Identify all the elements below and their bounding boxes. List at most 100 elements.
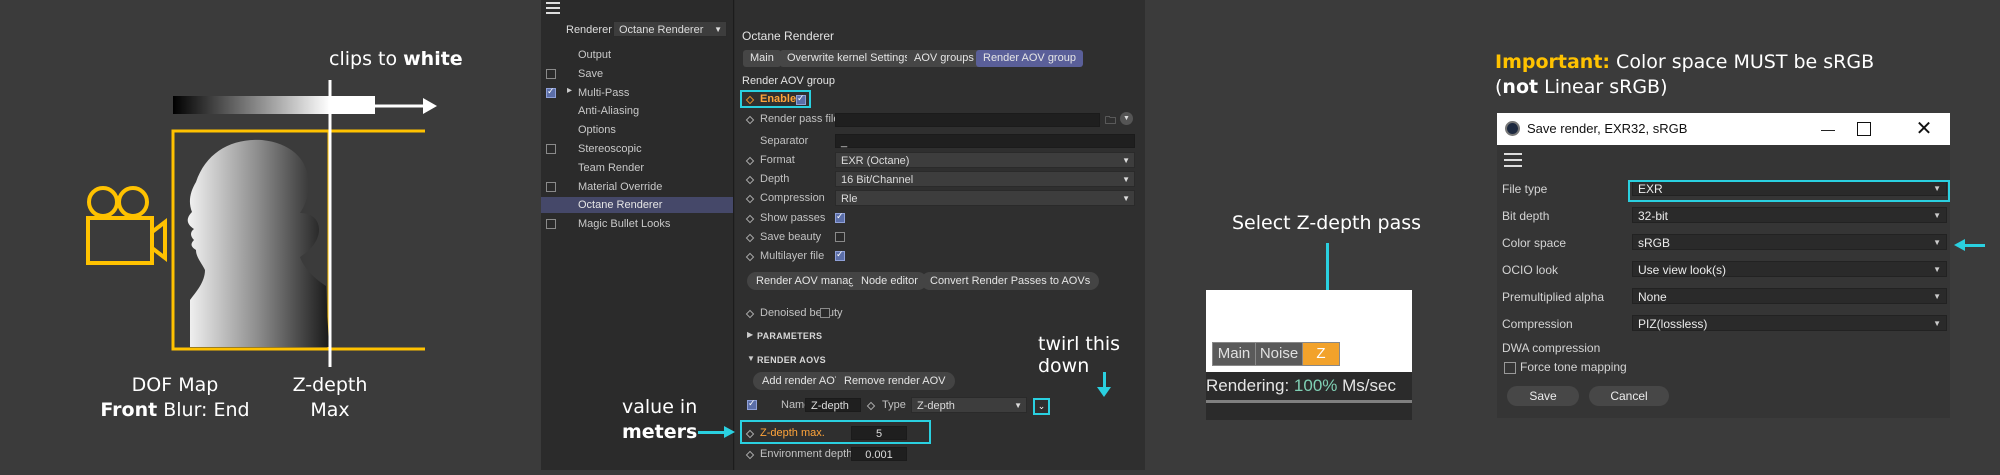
compression-value: Rle bbox=[841, 193, 858, 205]
tab-overwrite-kernel[interactable]: Overwrite kernel Settings bbox=[780, 50, 917, 67]
folder-icon[interactable]: 🗀 bbox=[1105, 112, 1116, 131]
chevron-down-icon: ▼ bbox=[1122, 156, 1130, 165]
aov-enable-checkbox[interactable] bbox=[747, 398, 757, 410]
env-depth-field[interactable]: 0.001 bbox=[851, 447, 907, 461]
force-tone-checkbox[interactable] bbox=[1504, 362, 1516, 374]
show-passes-checkbox[interactable] bbox=[835, 211, 845, 223]
sidebar-checkbox[interactable] bbox=[546, 181, 556, 192]
close-icon[interactable]: ✕ bbox=[1909, 115, 1939, 143]
sidebar-item-options[interactable]: Options bbox=[578, 122, 616, 138]
expand-arrow-icon[interactable]: ▸ bbox=[567, 85, 572, 96]
octane-settings-panel: Octane Renderer Main Overwrite kernel Se… bbox=[735, 0, 1145, 470]
sidebar-item-output[interactable]: Output bbox=[578, 47, 611, 63]
keyframe-diamond-icon[interactable] bbox=[745, 450, 755, 460]
compression-value: PIZ(lossless) bbox=[1638, 317, 1708, 331]
tab-render-aov-group[interactable]: Render AOV group bbox=[976, 50, 1083, 67]
bit-depth-value: 32-bit bbox=[1638, 209, 1669, 223]
keyframe-diamond-icon[interactable] bbox=[745, 156, 755, 166]
keyframe-diamond-icon[interactable] bbox=[745, 194, 755, 204]
renderer-label: Renderer bbox=[566, 24, 612, 36]
parameters-section[interactable]: PARAMETERS bbox=[757, 331, 822, 341]
chevron-down-icon: ▼ bbox=[1122, 194, 1130, 203]
dof-front-bold: Front bbox=[100, 399, 158, 421]
render-aovs-section[interactable]: RENDER AOVS bbox=[757, 355, 826, 365]
aov-type-label: Type bbox=[882, 399, 906, 411]
dof-blur-end: Blur: End bbox=[157, 399, 250, 421]
aov-type-value: Z-depth bbox=[917, 400, 955, 412]
hamburger-icon[interactable] bbox=[1504, 153, 1522, 167]
keyframe-diamond-icon[interactable] bbox=[745, 214, 755, 224]
keyframe-diamond-icon[interactable] bbox=[866, 401, 876, 411]
premultiplied-alpha-value: None bbox=[1638, 290, 1667, 304]
keyframe-diamond-icon[interactable] bbox=[745, 115, 755, 125]
keyframe-diamond-icon[interactable] bbox=[745, 309, 755, 319]
clips-caption: clips to white bbox=[329, 48, 463, 70]
compression-dropdown[interactable]: Rle ▼ bbox=[835, 190, 1135, 206]
node-editor-button[interactable]: Node editor bbox=[852, 272, 927, 290]
color-space-arrow-head bbox=[1954, 239, 1965, 251]
chevron-down-icon[interactable]: ▼ bbox=[1120, 112, 1133, 125]
chevron-down-icon: ▼ bbox=[1122, 175, 1130, 184]
sidebar-item-octane-renderer[interactable]: Octane Renderer bbox=[541, 197, 733, 214]
sidebar-item-team-render[interactable]: Team Render bbox=[578, 160, 644, 176]
sidebar-checkbox[interactable] bbox=[546, 144, 556, 154]
remove-render-aov-button[interactable]: Remove render AOV bbox=[835, 372, 955, 390]
save-button[interactable]: Save bbox=[1507, 386, 1579, 406]
bit-depth-dropdown[interactable]: 32-bit ▼ bbox=[1632, 207, 1947, 223]
minimize-icon[interactable]: — bbox=[1813, 115, 1843, 143]
select-zdepth-caption: Select Z-depth pass bbox=[1232, 212, 1422, 234]
tab-aov-groups[interactable]: AOV groups bbox=[907, 50, 981, 67]
compression-dropdown[interactable]: PIZ(lossless) ▼ bbox=[1632, 315, 1947, 331]
format-value: EXR (Octane) bbox=[841, 155, 910, 167]
color-space-label: Color space bbox=[1502, 236, 1567, 250]
sidebar-item-stereoscopic[interactable]: Stereoscopic bbox=[578, 141, 642, 157]
renderer-dropdown[interactable]: Octane Renderer ▼ bbox=[613, 21, 727, 37]
group-title: Render AOV group bbox=[742, 75, 835, 87]
premultiplied-alpha-dropdown[interactable]: None ▼ bbox=[1632, 288, 1947, 304]
ocio-look-dropdown[interactable]: Use view look(s) ▼ bbox=[1632, 261, 1947, 277]
panel-title: Octane Renderer bbox=[742, 29, 835, 43]
tab-z-pass[interactable]: Z bbox=[1302, 342, 1340, 366]
format-dropdown[interactable]: EXR (Octane) ▼ bbox=[835, 152, 1135, 168]
sidebar-item-material-override[interactable]: Material Override bbox=[578, 179, 662, 195]
premultiplied-alpha-label: Premultiplied alpha bbox=[1502, 290, 1605, 304]
chevron-down-icon[interactable]: ▼ bbox=[747, 354, 755, 363]
maximize-icon[interactable] bbox=[1857, 122, 1871, 136]
multilayer-checkbox[interactable] bbox=[835, 249, 845, 261]
sidebar-checkbox[interactable] bbox=[546, 219, 556, 230]
keyframe-diamond-icon[interactable] bbox=[745, 233, 755, 243]
color-space-dropdown[interactable]: sRGB ▼ bbox=[1632, 234, 1947, 250]
save-beauty-checkbox[interactable] bbox=[835, 232, 845, 242]
sidebar-item-anti-aliasing[interactable]: Anti-Aliasing bbox=[578, 103, 639, 119]
sidebar-checkbox[interactable] bbox=[546, 68, 556, 79]
keyframe-diamond-icon[interactable] bbox=[745, 252, 755, 262]
chevron-right-icon[interactable]: ▶ bbox=[747, 330, 753, 339]
compression-label: Compression bbox=[760, 192, 825, 204]
separator-label: Separator bbox=[760, 135, 809, 147]
denoised-beauty-label: Denoised beauty bbox=[760, 307, 843, 319]
sidebar-item-multi-pass[interactable]: Multi-Pass bbox=[578, 85, 629, 101]
aov-type-dropdown[interactable]: Z-depth ▼ bbox=[911, 397, 1027, 413]
force-tone-label: Force tone mapping bbox=[1520, 360, 1627, 374]
save-beauty-label: Save beauty bbox=[760, 231, 822, 243]
tab-main-pass[interactable]: Main bbox=[1212, 342, 1256, 366]
tab-main[interactable]: Main bbox=[743, 50, 781, 67]
sidebar-checkbox[interactable] bbox=[546, 86, 556, 98]
depth-dropdown[interactable]: 16 Bit/Channel ▼ bbox=[835, 171, 1135, 187]
render-pass-file-field[interactable] bbox=[835, 113, 1100, 127]
sidebar-item-save[interactable]: Save bbox=[578, 66, 603, 82]
convert-render-passes-button[interactable]: Convert Render Passes to AOVs bbox=[921, 272, 1100, 290]
depth-gradient-bar bbox=[173, 96, 330, 114]
aov-name-field[interactable]: Z-depth bbox=[805, 398, 861, 412]
sidebar-item-magic-bullet-looks[interactable]: Magic Bullet Looks bbox=[578, 216, 670, 232]
dof-map-title: DOF Map bbox=[131, 374, 219, 396]
keyframe-diamond-icon[interactable] bbox=[745, 175, 755, 185]
tab-noise-pass[interactable]: Noise bbox=[1255, 342, 1303, 366]
cancel-button[interactable]: Cancel bbox=[1589, 386, 1669, 406]
progress-track bbox=[1206, 400, 1412, 403]
denoised-beauty-checkbox[interactable] bbox=[820, 308, 830, 318]
separator-field[interactable]: _ bbox=[835, 134, 1135, 148]
hamburger-icon[interactable] bbox=[546, 2, 560, 14]
twirl-down-chevron[interactable]: ⌄ bbox=[1033, 398, 1050, 415]
value-arrow-shaft bbox=[698, 431, 726, 434]
